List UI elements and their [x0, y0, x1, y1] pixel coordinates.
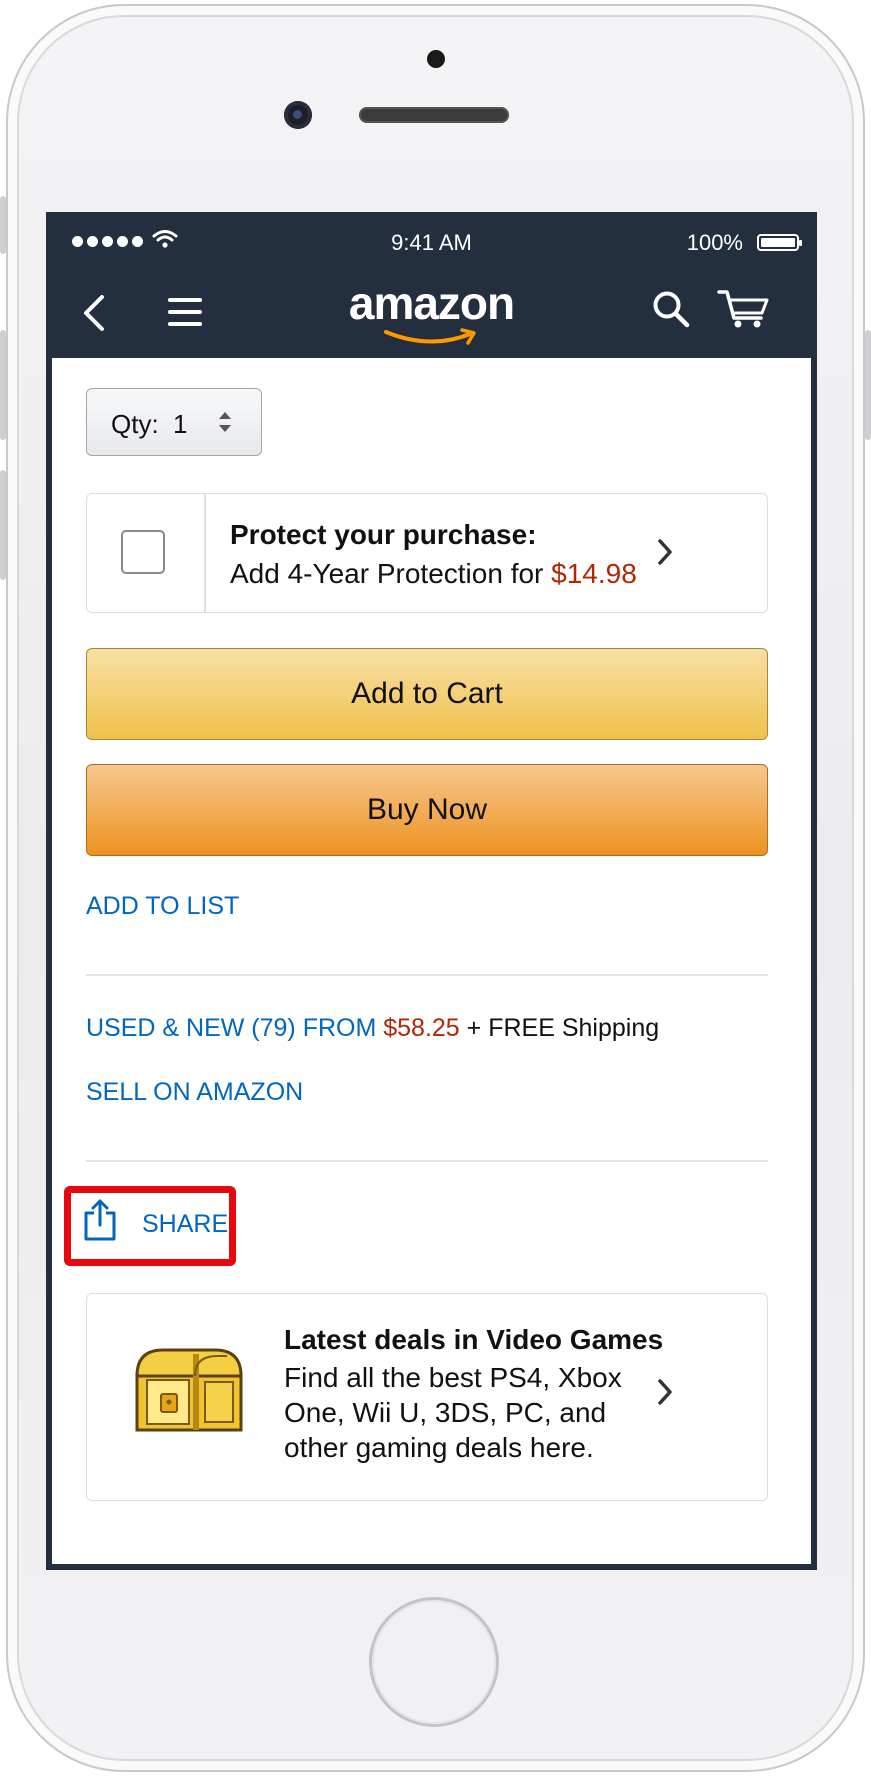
chevron-right-icon	[658, 539, 672, 565]
protection-description: Add 4-Year Protection for $14.98	[230, 558, 637, 590]
deals-title: Latest deals in Video Games	[284, 1324, 664, 1355]
quantity-value: 1	[173, 409, 188, 439]
divider	[86, 1160, 768, 1162]
phone-screen: 9:41 AM 100% amazon Qty: 1 Protect your …	[46, 212, 817, 1570]
divider	[204, 494, 206, 612]
quantity-selector[interactable]: Qty: 1	[86, 388, 262, 456]
buy-now-button[interactable]: Buy Now	[86, 764, 768, 856]
treasure-chest-icon	[135, 1348, 243, 1432]
used-new-price: $58.25	[383, 1014, 460, 1042]
used-new-link[interactable]: USED & NEW (79) FROM	[86, 1014, 383, 1042]
add-to-list-link[interactable]: ADD TO LIST	[86, 892, 239, 921]
mute-switch	[0, 196, 6, 254]
sell-on-amazon-link[interactable]: SELL ON AMAZON	[86, 1078, 303, 1107]
power-button	[865, 330, 871, 440]
protection-title: Protect your purchase:	[230, 519, 537, 550]
status-bar: 9:41 AM 100%	[52, 218, 811, 268]
quantity-label: Qty:	[111, 409, 159, 439]
volume-down-button	[0, 470, 6, 580]
home-button[interactable]	[369, 1597, 499, 1727]
proximity-sensor	[427, 50, 445, 68]
add-to-cart-button[interactable]: Add to Cart	[86, 648, 768, 740]
share-link[interactable]: SHARE	[142, 1210, 228, 1239]
protection-plan-option[interactable]: Protect your purchase: Add 4-Year Protec…	[86, 493, 768, 613]
search-icon[interactable]	[652, 290, 690, 328]
amazon-smile-icon	[384, 328, 476, 345]
free-shipping-text: + FREE Shipping	[459, 1014, 660, 1042]
battery-percent: 100%	[686, 230, 743, 255]
protection-checkbox[interactable]	[121, 530, 165, 574]
battery-icon	[757, 234, 802, 251]
video-game-deals-card[interactable]: Latest deals in Video Games Find all the…	[86, 1293, 768, 1501]
protection-price: $14.98	[551, 558, 637, 589]
updown-chevron-icon	[219, 412, 231, 432]
cart-icon[interactable]	[717, 288, 771, 330]
chevron-right-icon	[658, 1379, 672, 1405]
divider	[86, 974, 768, 976]
used-and-new-offers[interactable]: USED & NEW (79) FROM $58.25 + FREE Shipp…	[86, 1014, 659, 1043]
amazon-logo[interactable]: amazon	[52, 276, 811, 330]
deals-description: Find all the best PS4, Xbox One, Wii U, …	[284, 1362, 622, 1463]
share-icon[interactable]	[84, 1199, 116, 1241]
protection-text: Add 4-Year Protection for	[230, 558, 552, 589]
top-navigation-bar: amazon	[52, 268, 811, 358]
front-camera	[284, 101, 312, 129]
earpiece-speaker	[359, 107, 509, 123]
volume-up-button	[0, 330, 6, 440]
